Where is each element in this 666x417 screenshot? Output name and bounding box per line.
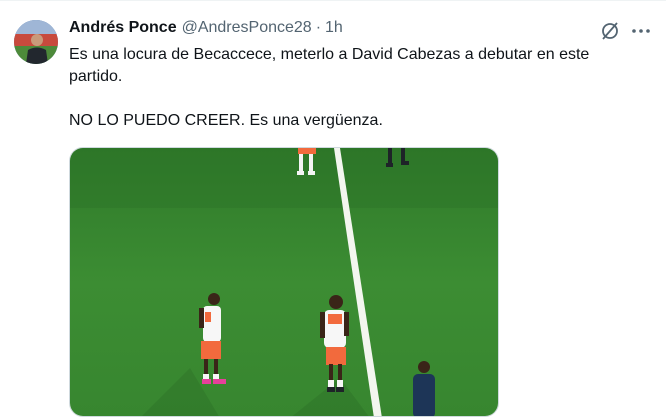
tweet-text-line-2: NO LO PUEDO CREER. Es una vergüenza. (69, 112, 383, 129)
author-name[interactable]: Andrés Ponce (69, 19, 177, 37)
author-handle[interactable]: @AndresPonce28 (182, 19, 312, 37)
grok-icon (602, 22, 618, 40)
avatar[interactable] (14, 20, 58, 64)
timeline-divider (0, 0, 666, 1)
header-separator: · (315, 19, 322, 36)
more-options-icon (632, 29, 650, 33)
grok-button[interactable] (598, 19, 622, 43)
avatar-image (14, 20, 58, 64)
tweet-media-photo[interactable] (69, 147, 499, 417)
tweet-header: Andrés Ponce @AndresPonce28 · 1h (69, 19, 343, 41)
tweet-text: Es una locura de Becaccece, meterlo a Da… (69, 44, 639, 132)
timestamp[interactable]: 1h (325, 19, 343, 37)
more-options-button[interactable] (629, 19, 653, 43)
photo-icon (70, 148, 498, 416)
tweet-text-line-1: Es una locura de Becaccece, meterlo a Da… (69, 46, 590, 85)
